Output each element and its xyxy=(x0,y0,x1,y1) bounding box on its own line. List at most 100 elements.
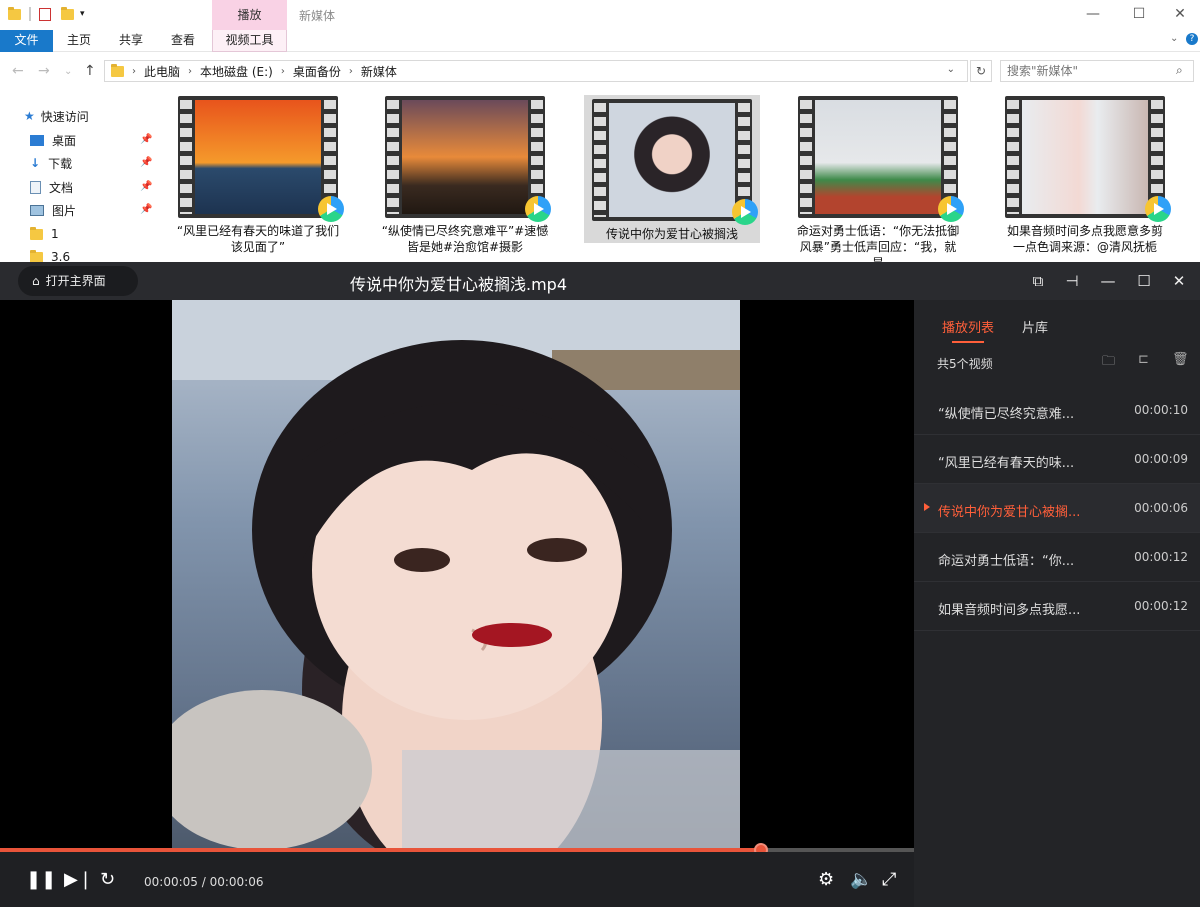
video-player-badge-icon xyxy=(525,196,551,222)
video-thumbnail xyxy=(798,96,964,222)
playlist-panel: 播放列表 片库 共5个视频 🗀 ⊏ 🗑 “纵使情已尽终究意难... 00:00:1… xyxy=(914,300,1200,907)
current-time: 00:00:05 xyxy=(144,875,198,889)
file-item[interactable]: 如果音频时间多点我愿意多剪 一点色调来源：@清风抚栀 xyxy=(997,96,1173,255)
file-item[interactable]: “纵使情已尽终究意难平”#速憾 皆是她#治愈馆#摄影 xyxy=(377,96,553,255)
nav-quick-access[interactable]: ★ 快速访问 xyxy=(24,106,89,126)
pin-on-top-icon[interactable]: ⊣ xyxy=(1062,271,1082,291)
video-player-badge-icon xyxy=(938,196,964,222)
nav-label: 图片 xyxy=(52,203,77,218)
tab-library[interactable]: 片库 xyxy=(1022,317,1048,336)
playlist-item-current[interactable]: 传说中你为爱甘心被搁... 00:00:06 xyxy=(914,484,1200,533)
video-player-badge-icon xyxy=(732,199,758,225)
navigation-pane: ★ 快速访问 桌面 ↓ 下载 文档 图片 1 3.6 📌 📌 📌 📌 xyxy=(0,104,156,264)
nav-label: 文档 xyxy=(49,180,74,195)
file-item[interactable]: “风里已经有春天的味道了我们 该见面了” xyxy=(170,96,346,255)
tab-file[interactable]: 文件 xyxy=(0,30,53,52)
tab-video-tools[interactable]: 视频工具 xyxy=(212,30,287,52)
mini-mode-icon[interactable]: ⧉ xyxy=(1028,271,1048,291)
breadcrumb-item[interactable]: 桌面备份 xyxy=(293,63,341,80)
pause-icon[interactable]: ❚❚ xyxy=(26,870,56,890)
nav-item-downloads[interactable]: ↓ 下载 xyxy=(30,153,72,173)
address-dropdown-icon[interactable]: ⌄ xyxy=(947,64,955,75)
minimize-button[interactable]: — xyxy=(1070,0,1116,30)
playlist-item[interactable]: “风里已经有春天的味... 00:00:09 xyxy=(914,435,1200,484)
help-icon[interactable]: ? xyxy=(1186,33,1198,45)
up-icon[interactable]: ↑ xyxy=(84,63,96,79)
next-icon[interactable]: ▶❘ xyxy=(64,870,93,890)
pin-icon[interactable]: 📌 xyxy=(140,181,152,192)
home-button-label: 打开主界面 xyxy=(45,274,106,288)
tab-home[interactable]: 主页 xyxy=(58,30,100,52)
tab-view[interactable]: 查看 xyxy=(162,30,204,52)
title-bar: ▾ 播放 新媒体 — ☐ ✕ xyxy=(0,0,1200,30)
nav-label: 1 xyxy=(51,227,59,241)
chevron-down-icon[interactable]: ⌄ xyxy=(1170,33,1178,44)
breadcrumb-separator: › xyxy=(188,65,193,77)
nav-label: 快速访问 xyxy=(40,109,89,124)
volume-icon[interactable]: 🔈 xyxy=(850,870,872,890)
video-frame-image xyxy=(152,300,740,890)
picture-icon xyxy=(30,204,44,216)
file-explorer-window: ▾ 播放 新媒体 — ☐ ✕ 文件 主页 共享 查看 视频工具 ⌄ ? ← → … xyxy=(0,0,1200,270)
properties-icon[interactable] xyxy=(39,7,51,21)
breadcrumb-item[interactable]: 此电脑 xyxy=(144,63,180,80)
tab-share[interactable]: 共享 xyxy=(110,30,152,52)
file-item-selected[interactable]: 传说中你为爱甘心被搁浅 xyxy=(584,95,760,243)
file-name: “风里已经有春天的味道了我们 该见面了” xyxy=(176,224,340,254)
video-player-badge-icon xyxy=(318,196,344,222)
new-folder-icon[interactable] xyxy=(61,6,74,20)
minimize-icon[interactable]: — xyxy=(1098,271,1118,291)
context-tab-play: 播放 xyxy=(212,0,287,30)
file-item[interactable]: 命运对勇士低语：“你无法抵御风暴”勇士低声回应：“我，就是 xyxy=(790,96,966,271)
nav-item-desktop[interactable]: 桌面 xyxy=(30,130,76,150)
video-player-badge-icon xyxy=(1145,196,1171,222)
loop-off-icon[interactable]: ↻ xyxy=(100,870,115,890)
ribbon-tabs: 文件 主页 共享 查看 视频工具 ⌄ ? xyxy=(0,30,1200,52)
playlist-item[interactable]: 如果音频时间多点我愿... 00:00:12 xyxy=(914,582,1200,631)
breadcrumb-item[interactable]: 本地磁盘 (E:) xyxy=(200,63,273,80)
playlist-item[interactable]: “纵使情已尽终究意难... 00:00:10 xyxy=(914,386,1200,435)
pin-icon[interactable]: 📌 xyxy=(140,134,152,145)
video-area[interactable] xyxy=(0,300,914,890)
video-thumbnail xyxy=(178,96,344,222)
open-home-button[interactable]: ⌂ 打开主界面 xyxy=(18,266,138,296)
nav-item-documents[interactable]: 文档 xyxy=(30,177,73,197)
breadcrumb-separator: › xyxy=(280,65,285,77)
fullscreen-icon[interactable]: ⤢ xyxy=(882,870,896,890)
refresh-button[interactable]: ↻ xyxy=(970,60,992,82)
playlist-item[interactable]: 命运对勇士低语：“你... 00:00:12 xyxy=(914,533,1200,582)
settings-icon[interactable]: ⚙ xyxy=(818,870,834,890)
search-input[interactable]: 搜索"新媒体" xyxy=(1000,60,1194,82)
file-name: 如果音频时间多点我愿意多剪 一点色调来源：@清风抚栀 xyxy=(1006,224,1163,254)
now-playing-icon xyxy=(924,503,930,511)
close-button[interactable]: ✕ xyxy=(1160,0,1200,30)
recent-chevron-icon[interactable]: ⌄ xyxy=(64,66,72,77)
nav-label: 下载 xyxy=(48,156,73,171)
nav-item-pictures[interactable]: 图片 xyxy=(30,200,76,220)
pin-icon[interactable]: 📌 xyxy=(140,204,152,215)
tab-playlist[interactable]: 播放列表 xyxy=(942,317,994,343)
breadcrumb-item[interactable]: 新媒体 xyxy=(361,63,397,80)
chevron-down-icon[interactable]: ▾ xyxy=(80,9,85,19)
add-file-icon[interactable]: ⊏ xyxy=(1138,352,1149,367)
search-icon[interactable]: ⌕ xyxy=(1176,63,1183,78)
folder-icon[interactable] xyxy=(8,6,21,20)
window-title: 新媒体 xyxy=(299,9,336,23)
folder-icon xyxy=(111,63,124,77)
address-bar[interactable]: › 此电脑 › 本地磁盘 (E:) › 桌面备份 › 新媒体 ⌄ xyxy=(104,60,968,82)
trash-icon[interactable]: 🗑 xyxy=(1172,352,1189,367)
address-row: ← → ⌄ ↑ › 此电脑 › 本地磁盘 (E:) › 桌面备份 › 新媒体 ⌄… xyxy=(0,59,1200,85)
pin-icon[interactable]: 📌 xyxy=(140,157,152,168)
desktop-icon xyxy=(30,134,44,146)
close-icon[interactable]: ✕ xyxy=(1169,271,1189,291)
home-icon: ⌂ xyxy=(32,274,40,288)
breadcrumb-separator: › xyxy=(132,65,136,77)
back-icon[interactable]: ← xyxy=(12,63,24,79)
maximize-icon[interactable]: ☐ xyxy=(1134,271,1154,291)
nav-item-folder-1[interactable]: 1 xyxy=(30,224,59,244)
time-display: 00:00:05 / 00:00:06 xyxy=(144,875,264,889)
forward-icon[interactable]: → xyxy=(38,63,50,79)
document-icon xyxy=(30,180,41,194)
open-folder-icon[interactable]: 🗀 xyxy=(1102,352,1115,374)
maximize-button[interactable]: ☐ xyxy=(1116,0,1162,30)
